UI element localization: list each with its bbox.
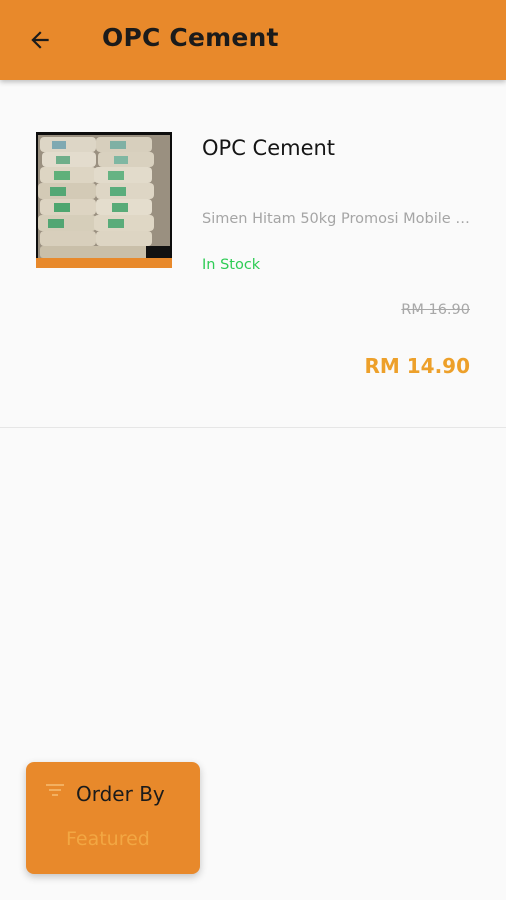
product-description: Simen Hitam 50kg Promosi Mobile Apps Sah… bbox=[202, 211, 472, 227]
product-name: OPC Cement bbox=[202, 136, 336, 160]
original-price: RM 16.90 bbox=[401, 302, 470, 318]
stock-status: In Stock bbox=[202, 257, 261, 273]
order-by-label: Order By bbox=[76, 782, 165, 806]
product-list-item[interactable]: OPC Cement Simen Hitam 50kg Promosi Mobi… bbox=[0, 80, 506, 428]
back-button[interactable] bbox=[22, 22, 58, 58]
app-bar: OPC Cement bbox=[0, 0, 506, 80]
product-image bbox=[36, 132, 172, 268]
filter-icon bbox=[46, 784, 64, 796]
page-title: OPC Cement bbox=[102, 23, 279, 52]
arrow-left-icon bbox=[31, 31, 49, 49]
sale-price: RM 14.90 bbox=[364, 354, 470, 378]
order-by-value: Featured bbox=[66, 828, 150, 850]
order-by-button[interactable]: Order By Featured bbox=[26, 762, 200, 874]
